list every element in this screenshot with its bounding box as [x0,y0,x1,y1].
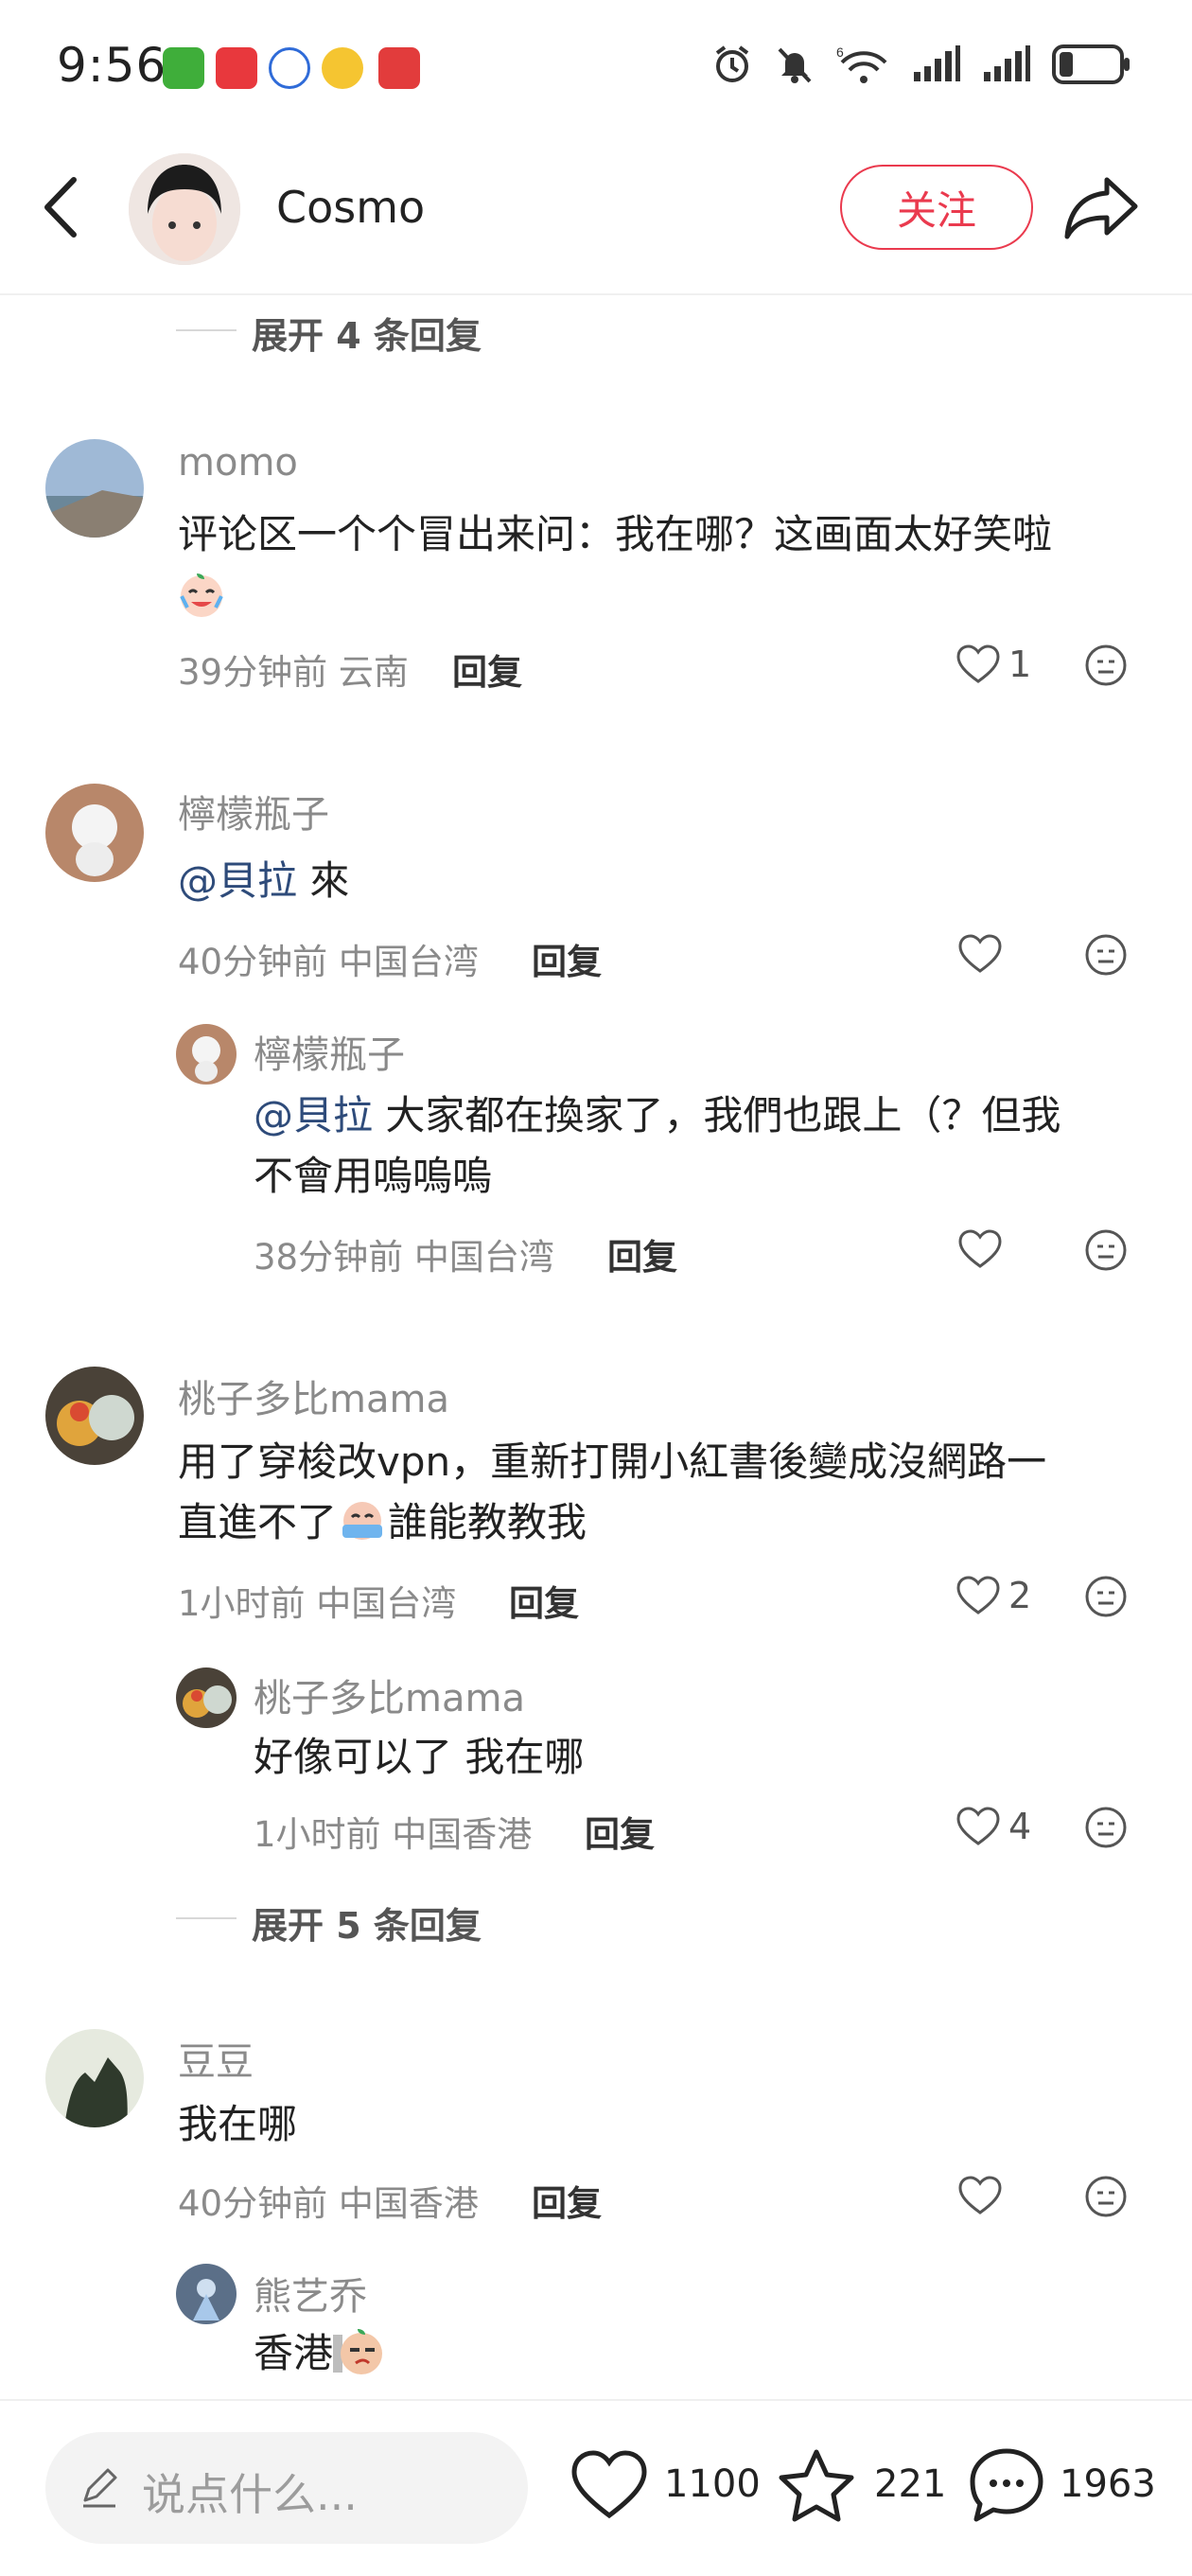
mention-link[interactable]: @貝拉 [178,857,297,904]
comment-username[interactable]: 熊艺乔 [254,2266,367,2320]
comment-text: 香港 [254,2324,384,2383]
comment-text: 用了穿梭改vpn，重新打開小紅書後變成沒網路一 [178,1438,1047,1485]
comment-body: 來 [297,857,350,904]
star-icon[interactable] [776,2447,857,2525]
comment-body: 香港 [254,2330,334,2376]
heart-icon[interactable] [957,2175,1003,2216]
heart-icon[interactable] [955,1575,1001,1616]
emoji-reaction-icon[interactable] [1084,1575,1128,1618]
reply-button[interactable]: 回复 [585,1806,655,1857]
red-app-icon [216,47,257,89]
comment-total: 1963 [1060,2462,1156,2506]
divider [176,329,237,331]
wifi-icon: 6 [836,44,887,83]
reply-button[interactable]: 回复 [532,933,602,984]
alarm-icon [715,45,749,82]
like-icon[interactable] [570,2449,649,2521]
comment-username[interactable]: 豆豆 [178,2031,254,2086]
ticket-icon [378,47,420,89]
comment-username[interactable]: 檸檬瓶子 [254,1024,405,1079]
emoji-reaction-icon[interactable] [1084,2175,1128,2218]
follow-button[interactable]: 关注 [840,165,1033,250]
author-avatar[interactable] [129,153,240,265]
reply-button[interactable]: 回复 [509,1575,579,1626]
comment-username[interactable]: 桃子多比mama [178,1368,449,1423]
emoji-reaction-icon[interactable] [1084,1228,1128,1272]
comment-meta: 39分钟前 云南 [178,652,409,693]
comment-body: 誰能教教我 [388,1499,587,1545]
comment-username[interactable]: momo [178,441,298,485]
comment-text: 我在哪 [178,2101,298,2147]
reply-button[interactable]: 回复 [532,2175,602,2226]
comment-body: 大家都在換家了，我們也跟上（？但我 [373,1092,1061,1138]
avatar[interactable] [45,1367,144,1465]
expand-replies-button[interactable]: 展开 5 条回复 [252,1897,482,1949]
mute-icon [778,47,812,83]
back-icon[interactable] [40,174,81,240]
battery-icon [1052,44,1130,84]
comment-input-placeholder[interactable]: 说点什么... [142,2461,358,2523]
header-divider [0,293,1192,295]
reply-button[interactable]: 回复 [607,1228,677,1279]
crying-emoji-icon [342,1502,383,1540]
comment-text: @貝拉 來 [178,852,349,910]
avatar[interactable] [45,2029,144,2127]
signal-icon [914,45,960,81]
comment-username[interactable]: 檸檬瓶子 [178,784,329,838]
wifi-label: 6 [836,44,844,60]
comment-meta: 1小时前 中国香港 [254,1814,533,1855]
reply-button[interactable]: 回复 [452,644,522,695]
comment-meta: 40分钟前 中国台湾 [178,942,479,982]
comment-meta: 40分钟前 中国香港 [178,2183,479,2224]
avatar[interactable] [176,1667,237,1728]
divider [176,1917,237,1919]
comment-username[interactable]: 桃子多比mama [254,1667,525,1722]
comment-text-continued: 不會用嗚嗚嗚 [254,1153,493,1199]
heart-icon[interactable] [957,1228,1003,1270]
jd-icon [163,47,204,89]
avatar[interactable] [45,784,144,882]
author-name[interactable]: Cosmo [276,182,425,233]
system-status-icons: 6 [711,44,1131,85]
comment-meta: 1小时前 中国台湾 [178,1583,457,1624]
heart-icon[interactable] [955,1806,1001,1847]
comment-meta: 38分钟前 中国台湾 [254,1237,554,1278]
smirk-emoji-icon [333,2329,383,2374]
comment-text-continued: 直進不了 誰能教教我 [178,1493,587,1552]
like-total: 1100 [664,2462,761,2506]
emoji-reaction-icon[interactable] [1084,933,1128,977]
like-count: 1 [1008,644,1032,685]
comment-text: 好像可以了 我在哪 [254,1734,585,1780]
mention-link[interactable]: @貝拉 [254,1092,373,1138]
like-count: 4 [1008,1806,1032,1847]
share-icon[interactable] [1063,174,1139,240]
heart-icon[interactable] [955,644,1001,685]
signal-icon [984,45,1030,81]
emoji-reaction-icon[interactable] [1084,1806,1128,1849]
comment-text: @貝拉 大家都在換家了，我們也跟上（？但我 [254,1086,1061,1145]
emoji-reaction-icon[interactable] [1084,644,1128,687]
weibo-icon [322,47,363,89]
heart-icon[interactable] [957,933,1003,975]
crying-laugh-emoji-icon [180,573,223,617]
comment-icon[interactable] [967,2445,1046,2525]
star-total: 221 [874,2462,947,2506]
comment-body: 直進不了 [178,1499,338,1545]
pencil-icon [83,2468,117,2508]
like-count: 2 [1008,1575,1032,1616]
baidu-icon [269,47,310,89]
avatar[interactable] [176,2264,237,2324]
avatar[interactable] [176,1024,237,1085]
expand-replies-button[interactable]: 展开 4 条回复 [252,307,482,359]
status-time: 9:56 [57,38,167,93]
avatar[interactable] [45,439,144,538]
comment-text: 评论区一个个冒出来问：我在哪？这画面太好笑啦 [178,511,1053,557]
